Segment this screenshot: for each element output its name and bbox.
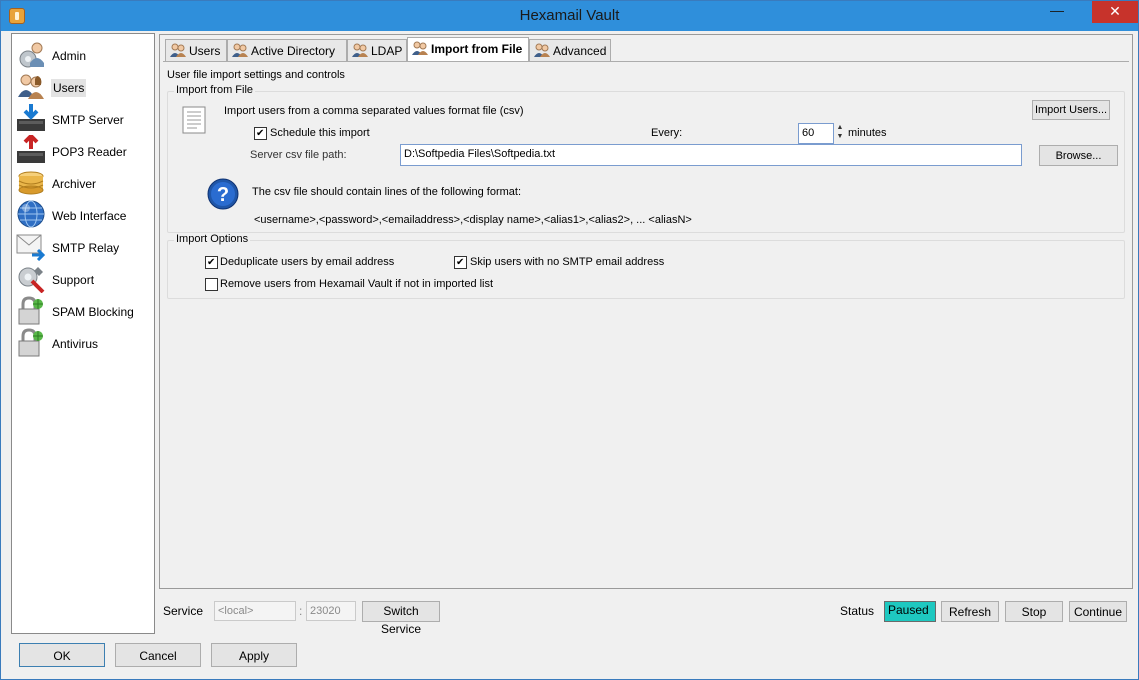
lock-icon (18, 296, 43, 325)
import-users-button[interactable]: Import Users... (1032, 100, 1110, 120)
format-note: The csv file should contain lines of the… (252, 186, 522, 198)
app-window: Hexamail Vault — ✕ Admin Users SMTP Serv… (0, 0, 1139, 680)
sidebar-item-support[interactable]: Support (14, 262, 152, 293)
service-port-field[interactable]: 23020 (306, 601, 356, 621)
close-button[interactable]: ✕ (1092, 1, 1138, 23)
sidebar-item-label: POP3 Reader (52, 145, 127, 159)
sidebar-item-label: Archiver (52, 177, 97, 191)
import-description: Import users from a comma separated valu… (224, 105, 524, 117)
document-icon (182, 106, 206, 134)
tab-ldap[interactable]: LDAP (347, 39, 407, 61)
title-bar: Hexamail Vault — ✕ (1, 1, 1138, 31)
schedule-import-checkbox[interactable] (254, 127, 267, 140)
users-icon (412, 41, 428, 55)
sidebar-item-users[interactable]: Users (14, 70, 152, 100)
refresh-button[interactable]: Refresh (941, 601, 999, 622)
stop-button[interactable]: Stop (1005, 601, 1063, 622)
section-caption: User file import settings and controls (167, 69, 345, 81)
sidebar-item-label: Web Interface (52, 209, 127, 223)
sidebar-item-label: Admin (52, 49, 87, 63)
service-label: Service (163, 604, 204, 618)
pop3-reader-icon (17, 135, 45, 163)
switch-service-button[interactable]: Switch Service (362, 601, 440, 636)
minutes-label: minutes (848, 127, 887, 139)
users-icon (232, 43, 248, 57)
tab-label: Import from File (431, 42, 523, 56)
import-options-group: Import Options Deduplicate users by emai… (167, 233, 1125, 299)
sidebar-item-smtp-relay[interactable]: SMTP Relay (14, 230, 152, 261)
sidebar-item-label: Users (51, 79, 87, 97)
tab-users[interactable]: Users (165, 39, 227, 61)
service-host-field[interactable]: <local> (214, 601, 296, 621)
sidebar-item-label: Antivirus (52, 337, 99, 351)
format-example: <username>,<password>,<emailaddress>,<di… (254, 214, 692, 226)
svg-text:?: ? (217, 184, 229, 206)
sidebar-item-label: SMTP Relay (52, 241, 120, 255)
group-title: Import Options (174, 233, 251, 245)
skip-no-smtp-label: Skip users with no SMTP email address (470, 256, 665, 268)
status-label: Status (840, 604, 875, 618)
minimize-button[interactable]: — (1044, 1, 1070, 23)
sidebar-item-label: SMTP Server (52, 113, 124, 127)
remove-users-label: Remove users from Hexamail Vault if not … (220, 278, 494, 290)
group-title: Import from File (174, 84, 256, 96)
ok-button[interactable]: OK (19, 643, 105, 667)
main-panel: Users Active Directory LDAP Import from … (159, 34, 1133, 589)
admin-icon (19, 42, 44, 68)
remove-users-checkbox[interactable] (205, 278, 218, 291)
sidebar-item-label: SPAM Blocking (52, 305, 134, 319)
sidebar-item-label: Support (52, 273, 95, 287)
port-separator: : (299, 604, 303, 618)
interval-spinner[interactable]: ▲ ▼ (836, 123, 844, 143)
sidebar-item-web-interface[interactable]: Web Interface (14, 198, 152, 228)
import-from-file-group: Import from File Import users from a com… (167, 84, 1125, 233)
tab-label: Users (189, 44, 221, 58)
sidebar-item-antivirus[interactable]: Antivirus (14, 326, 152, 357)
support-icon (18, 267, 45, 293)
smtp-server-icon (17, 104, 45, 131)
globe-icon (17, 200, 45, 228)
schedule-import-label: Schedule this import (270, 127, 370, 139)
lock-icon (18, 328, 43, 357)
window-title: Hexamail Vault (519, 7, 620, 24)
users-icon (534, 43, 550, 57)
continue-button[interactable]: Continue (1069, 601, 1127, 622)
apply-button[interactable]: Apply (211, 643, 297, 667)
users-icon (170, 43, 186, 57)
browse-button[interactable]: Browse... (1039, 145, 1118, 166)
tab-content: User file import settings and controls I… (163, 61, 1129, 585)
tab-label: LDAP (371, 44, 403, 58)
sidebar-item-admin[interactable]: Admin (14, 38, 152, 68)
archiver-icon (18, 171, 44, 195)
sidebar-item-archiver[interactable]: Archiver (14, 166, 152, 196)
dedupe-label: Deduplicate users by email address (220, 256, 395, 268)
tab-label: Active Directory (251, 44, 336, 58)
relay-icon (16, 234, 46, 261)
status-badge: Paused (884, 601, 936, 622)
server-csv-path-input[interactable]: D:\Softpedia Files\Softpedia.txt (400, 144, 1022, 166)
server-path-label: Server csv file path: (250, 149, 347, 161)
tab-label: Advanced (553, 44, 607, 58)
every-interval-input[interactable]: 60 (798, 123, 834, 144)
users-icon (352, 43, 368, 57)
users-icon (18, 74, 44, 99)
dedupe-checkbox[interactable] (205, 256, 218, 269)
sidebar: Admin Users SMTP Server POP3 Reader Arch… (11, 33, 155, 634)
sidebar-item-pop3-reader[interactable]: POP3 Reader (14, 134, 152, 164)
tab-advanced[interactable]: Advanced (529, 39, 611, 61)
tab-active-directory[interactable]: Active Directory (227, 39, 347, 61)
every-label: Every: (651, 127, 683, 139)
sidebar-item-smtp-server[interactable]: SMTP Server (14, 102, 152, 132)
skip-no-smtp-checkbox[interactable] (454, 256, 467, 269)
cancel-button[interactable]: Cancel (115, 643, 201, 667)
help-icon: ? (207, 178, 239, 210)
sidebar-item-spam-blocking[interactable]: SPAM Blocking (14, 294, 152, 325)
tab-import-from-file[interactable]: Import from File (407, 37, 529, 61)
